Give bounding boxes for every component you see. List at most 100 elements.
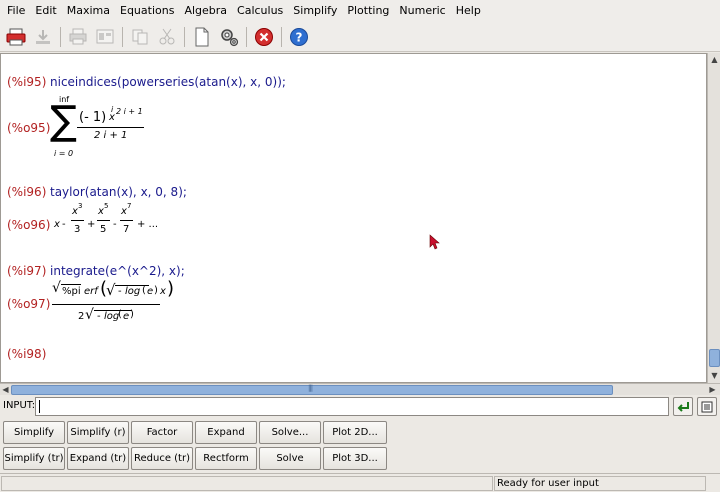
menu-simplify[interactable]: Simplify [288, 0, 342, 22]
toolbar-separator [281, 26, 282, 47]
enter-button[interactable] [673, 397, 693, 416]
output-label: (%o96) [7, 218, 51, 232]
menu-help[interactable]: Help [451, 0, 486, 22]
simplify-tr-button[interactable]: Simplify (tr) [3, 447, 65, 470]
solve-ode-button[interactable]: Solve ODE... [259, 447, 321, 485]
menu-file[interactable]: File [2, 0, 30, 22]
copy-icon[interactable] [128, 25, 152, 49]
preview-icon[interactable] [93, 25, 117, 49]
solve-button[interactable]: Solve... [259, 421, 321, 444]
taylor-minus: - [62, 219, 66, 230]
scroll-grip-icon: ||| [308, 384, 313, 392]
plot-3d-button[interactable]: Plot 3D... [323, 447, 387, 470]
cut-icon[interactable] [155, 25, 179, 49]
input-label: INPUT: [3, 400, 36, 411]
sqrt-symbol: √ [85, 307, 94, 323]
taylor-term3-exp: 7 [127, 202, 132, 210]
simplify-button[interactable]: Simplify [3, 421, 65, 444]
taylor-term2-exp: 5 [104, 202, 109, 210]
command-input[interactable] [35, 397, 669, 416]
sigma-symbol: ∑ [50, 98, 77, 144]
menu-numeric[interactable]: Numeric [394, 0, 450, 22]
history-button[interactable] [697, 397, 717, 416]
input-label: (%i98) [7, 347, 47, 361]
print-icon[interactable] [4, 25, 28, 49]
mouse-pointer-icon [429, 234, 440, 250]
series-numerator-power: 2 i + 1 [116, 107, 143, 116]
worksheet[interactable]: (%i95) niceindices(powerseries(atan(x), … [0, 53, 707, 383]
scroll-down-icon[interactable]: ▼ [709, 370, 720, 381]
taylor-term3-den: 7 [123, 224, 130, 235]
sqrt-symbol: √ [52, 280, 61, 296]
printer-icon[interactable] [66, 25, 90, 49]
taylor-plus: + [87, 219, 96, 230]
sum-lower-limit: i = 0 [54, 149, 74, 158]
input-row: INPUT: [0, 396, 720, 418]
help-icon[interactable]: ? [287, 25, 311, 49]
integral-den-log: log [104, 311, 120, 322]
taylor-tail: + ... [137, 219, 159, 230]
scroll-thumb[interactable] [709, 349, 720, 367]
paren-close: ) [154, 285, 158, 296]
stop-icon[interactable] [252, 25, 276, 49]
input-command[interactable]: integrate(e^(x^2), x); [50, 264, 185, 278]
menu-maxima[interactable]: Maxima [62, 0, 115, 22]
menu-calculus[interactable]: Calculus [232, 0, 288, 22]
taylor-x: x [54, 219, 60, 230]
status-left-pane [1, 476, 493, 491]
expand-tr-button[interactable]: Expand (tr) [67, 447, 129, 470]
reduce-tr-button[interactable]: Reduce (tr) [131, 447, 193, 470]
integral-den-2: 2 [78, 311, 85, 322]
factor-button[interactable]: Factor [131, 421, 193, 444]
output-label: (%o97) [7, 297, 51, 311]
integral-den-e: e [123, 311, 130, 322]
taylor-term1-den: 3 [74, 224, 81, 235]
list-icon [701, 401, 713, 412]
menu-algebra[interactable]: Algebra [179, 0, 232, 22]
enter-icon [677, 401, 689, 412]
sqrt-symbol: √ [106, 281, 116, 299]
paren-open: ( [118, 309, 122, 320]
toolbar-separator [60, 26, 61, 47]
toolbar-separator [122, 26, 123, 47]
text-caret [39, 400, 40, 413]
integral-pi: %pi [62, 286, 81, 297]
scroll-up-icon[interactable]: ▲ [709, 54, 720, 65]
toolbar: ? [0, 22, 720, 52]
toolbar-separator [184, 26, 185, 47]
export-icon[interactable] [31, 25, 55, 49]
paren-close: ) [167, 278, 175, 299]
status-bar: Ready for user input [0, 473, 720, 492]
horizontal-scrollbar[interactable]: ◀ ||| ▶ [0, 383, 720, 395]
scroll-left-icon[interactable]: ◀ [0, 384, 11, 395]
output-label: (%o95) [7, 121, 51, 135]
new-document-icon[interactable] [190, 25, 214, 49]
paren-open: ( [142, 285, 146, 296]
rectform-button[interactable]: Rectform [195, 447, 257, 470]
integral-minus: - [118, 286, 122, 297]
integral-erf: erf [84, 286, 98, 297]
input-command[interactable]: niceindices(powerseries(atan(x), x, 0)); [50, 75, 286, 89]
vertical-scrollbar[interactable]: ▲ ▼ [707, 53, 720, 383]
scroll-right-icon[interactable]: ▶ [707, 384, 718, 395]
svg-text:?: ? [296, 30, 303, 44]
settings-icon[interactable] [217, 25, 241, 49]
status-message: Ready for user input [494, 476, 706, 491]
taylor-term2-den: 5 [100, 224, 107, 235]
menu-edit[interactable]: Edit [30, 0, 61, 22]
menu-equations[interactable]: Equations [115, 0, 179, 22]
integral-x: x [160, 286, 166, 297]
fraction-bar [52, 304, 160, 305]
menu-plotting[interactable]: Plotting [342, 0, 394, 22]
fraction-bar [71, 220, 84, 221]
simplify-r-button[interactable]: Simplify (r) [67, 421, 129, 444]
integral-log: log [125, 286, 141, 297]
input-label: (%i96) [7, 185, 47, 199]
input-command[interactable]: taylor(atan(x), x, 0, 8); [50, 185, 187, 199]
toolbar-separator [246, 26, 247, 47]
expand-button[interactable]: Expand [195, 421, 257, 444]
input-label: (%i95) [7, 75, 47, 89]
taylor-term1-exp: 3 [78, 202, 83, 210]
fraction-bar [77, 127, 144, 128]
plot-2d-button[interactable]: Plot 2D... [323, 421, 387, 444]
